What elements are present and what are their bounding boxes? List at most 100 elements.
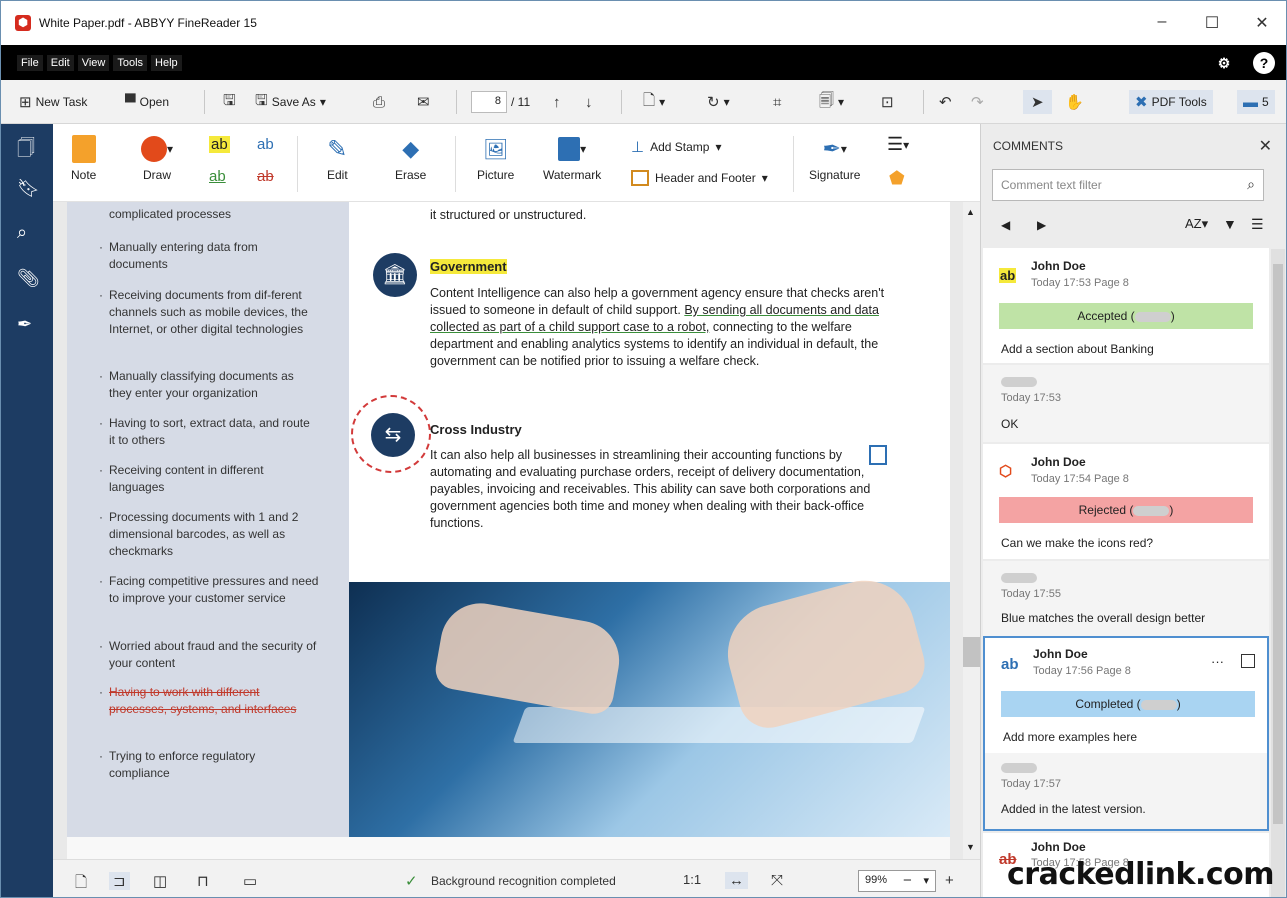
strikeout-button[interactable]: ab	[257, 168, 274, 185]
scroll-up-icon[interactable]: ▲	[966, 207, 975, 217]
menu-edit[interactable]: Edit	[46, 54, 74, 71]
main-toolbar: ⊞ New Task ▀ Open 🖫 🖫 Save As ▾ ⎙ ✉ 8 / …	[1, 80, 1286, 124]
prev-comment-icon[interactable]: ◀	[1001, 218, 1010, 232]
scroll-down-icon[interactable]: ▼	[966, 842, 975, 852]
zoom-in-button[interactable]: +	[945, 872, 954, 889]
watermark-label: Watermark	[543, 168, 602, 182]
pdf-tools-button[interactable]: ✖ PDF Tools	[1129, 90, 1213, 114]
more-options-button[interactable]: ···	[1211, 654, 1224, 669]
menu-help[interactable]: Help	[151, 54, 182, 71]
comment-card[interactable]: ab John Doe Today 17:53 Page 8 Accepted …	[983, 248, 1269, 363]
zoom-value: 99%	[865, 874, 888, 886]
comment-card[interactable]: ⬡ John Doe Today 17:54 Page 8 Rejected (…	[983, 444, 1269, 559]
scroll-thumb[interactable]	[963, 637, 980, 667]
actual-size-button[interactable]: 1:1	[683, 872, 701, 887]
comment-reply[interactable]: Today 17:55 Blue matches the overall des…	[983, 561, 1269, 636]
government-heading[interactable]: Government	[430, 259, 507, 274]
collapse-all-icon[interactable]: ☰	[1251, 216, 1264, 233]
zoom-select[interactable]: 99% ▾	[858, 870, 936, 892]
add-page-button[interactable]: 🗋 ▾	[643, 90, 665, 114]
presentation-icon[interactable]: ▭	[243, 872, 257, 890]
menu-file[interactable]: File	[17, 54, 43, 71]
comment-reply[interactable]: Today 17:53 OK	[983, 365, 1269, 442]
fit-width-icon[interactable]: ↔	[725, 872, 748, 889]
chevron-down-icon: ▾	[761, 171, 768, 185]
comments-scroll-thumb[interactable]	[1273, 264, 1283, 824]
picture-button[interactable]: 🖼 Picture	[477, 130, 515, 183]
scroll-view-icon[interactable]: ⊐	[109, 872, 130, 890]
redo-button[interactable]: ↷	[971, 90, 984, 114]
protect-button[interactable]: ⬟	[889, 168, 905, 189]
watermark-button[interactable]: ▾ Watermark	[543, 130, 601, 182]
text-cursor-annotation[interactable]	[869, 445, 887, 465]
redact-button[interactable]: ☰ ▾	[887, 134, 909, 155]
recognize-button[interactable]: 🗐 ▾	[819, 90, 844, 114]
chevron-down-icon: ▾	[715, 140, 722, 154]
comment-bubble-icon: ▬	[1243, 93, 1258, 111]
attachment-icon[interactable]: 📎︎	[17, 268, 40, 289]
hand-tool-button[interactable]: ✋	[1065, 90, 1084, 114]
add-stamp-button[interactable]: ⊥ Add Stamp ▾	[631, 138, 721, 156]
erase-button[interactable]: ◆ Erase	[395, 130, 426, 182]
comment-reply[interactable]: Today 17:57 Added in the latest version.	[985, 753, 1267, 829]
undo-button[interactable]: ↶	[939, 90, 952, 114]
help-icon[interactable]: ?	[1253, 52, 1275, 74]
note-button[interactable]: Note	[71, 130, 96, 182]
next-comment-icon[interactable]: ▶	[1037, 218, 1046, 232]
comment-author: John Doe	[1033, 647, 1088, 661]
draw-button[interactable]: ▾ Draw	[141, 130, 173, 182]
status-badge-rejected: Rejected ()	[999, 497, 1253, 523]
comments-toggle-button[interactable]: ▬ 5	[1237, 90, 1275, 114]
menu-bar: File Edit View Tools Help ⚙ ?	[1, 45, 1286, 80]
select-tool-button[interactable]: ➤	[1023, 90, 1052, 114]
search-icon[interactable]: ⌕	[17, 222, 27, 243]
print-button[interactable]: ⎙	[373, 90, 385, 114]
watermark-text: crackedlink.com	[1007, 857, 1275, 892]
minimize-button[interactable]: –	[1147, 13, 1177, 31]
compare-button[interactable]: ⊡	[881, 90, 894, 114]
menu-tools[interactable]: Tools	[113, 54, 148, 71]
new-task-button[interactable]: ⊞ New Task	[19, 90, 87, 114]
signature-pen-icon[interactable]: ✒	[17, 314, 32, 335]
single-page-view-icon[interactable]: 🗋	[75, 872, 87, 897]
comment-filter-input[interactable]: Comment text filter ⌕	[992, 169, 1264, 201]
email-button[interactable]: ✉	[417, 90, 430, 114]
close-button[interactable]: ✕	[1247, 13, 1277, 33]
document-scrollbar[interactable]: ▲ ▼	[963, 202, 980, 859]
crop-button[interactable]: ⌗	[773, 90, 781, 114]
page-number-input[interactable]: 8	[471, 91, 507, 113]
filter-funnel-icon[interactable]: ▼	[1223, 216, 1237, 232]
open-button[interactable]: ▀ Open	[125, 90, 169, 114]
picture-label: Picture	[477, 168, 515, 182]
fit-page-icon[interactable]: ⤧	[771, 872, 783, 889]
filter-placeholder: Comment text filter	[1001, 178, 1102, 192]
header-footer-button[interactable]: Header and Footer ▾	[631, 170, 768, 186]
page-bottom-margin	[67, 837, 950, 859]
underline-button[interactable]: ab	[209, 168, 226, 185]
two-page-view-icon[interactable]: ◫	[153, 872, 167, 890]
sort-label: AZ	[1185, 216, 1202, 231]
save-as-button[interactable]: 🖫 Save As ▾	[255, 90, 326, 114]
comment-card-selected[interactable]: ab John Doe Today 17:56 Page 8 ··· Compl…	[983, 636, 1269, 831]
prev-page-button[interactable]: ↑	[553, 90, 561, 114]
close-comments-icon[interactable]: ✕	[1259, 136, 1272, 156]
resolve-checkbox[interactable]	[1241, 654, 1255, 668]
save-button[interactable]: 🖫	[223, 90, 236, 114]
save-as-label: Save As	[271, 95, 316, 109]
rotate-button[interactable]: ↻ ▾	[707, 90, 730, 114]
pages-icon[interactable]: 🗍	[17, 136, 35, 166]
signature-button[interactable]: ✒ ▾ Signature	[809, 130, 860, 182]
two-page-scroll-icon[interactable]: ⊓	[197, 872, 209, 890]
maximize-button[interactable]: ☐	[1197, 13, 1227, 33]
edit-button[interactable]: ✎ Edit	[327, 130, 348, 183]
squiggle-button[interactable]: ab	[257, 136, 274, 153]
menu-view[interactable]: View	[77, 54, 110, 71]
zoom-out-button[interactable]: −	[903, 872, 912, 889]
sort-button[interactable]: AZ▾	[1185, 216, 1208, 232]
next-page-button[interactable]: ↓	[585, 90, 593, 114]
bookmark-icon[interactable]: 🔖︎	[17, 178, 40, 199]
settings-gear-icon[interactable]: ⚙	[1213, 52, 1235, 74]
edit-label: Edit	[327, 168, 348, 182]
list-item-struck[interactable]: · Having to work with different processes…	[99, 684, 319, 718]
highlight-button[interactable]: ab	[209, 136, 230, 153]
